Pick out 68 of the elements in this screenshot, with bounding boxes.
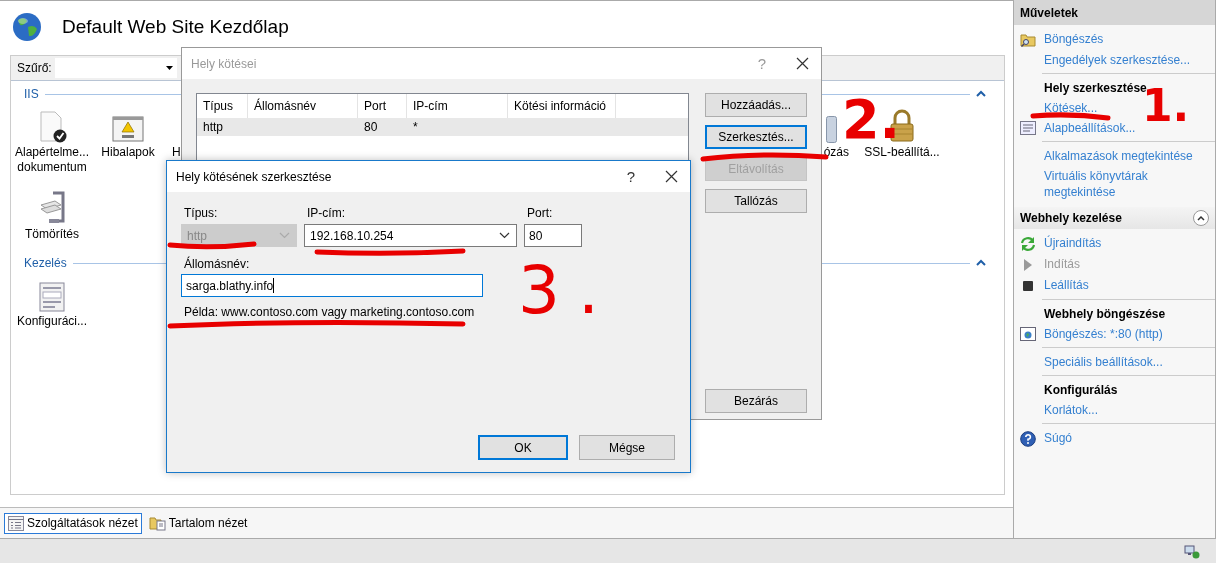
section-heading: Hely szerkesztése xyxy=(1043,80,1147,97)
help-button[interactable]: ? xyxy=(626,168,635,185)
field-label: Típus: xyxy=(183,206,219,220)
feature-label[interactable]: Konfiguráci... xyxy=(16,314,87,329)
section-header: Webhely kezelése xyxy=(1020,211,1122,225)
feature-label[interactable]: H xyxy=(172,145,181,160)
browser-globe-icon xyxy=(1020,327,1036,341)
view-tab[interactable]: Szolgáltatások nézet xyxy=(4,512,142,534)
collapse-button[interactable] xyxy=(1193,210,1209,226)
folder-document-icon xyxy=(148,515,166,531)
close-button[interactable]: Bezárás xyxy=(705,389,807,413)
action-link[interactable]: Engedélyek szerkesztése... xyxy=(1044,52,1194,68)
network-icon xyxy=(1184,544,1200,559)
field-label: IP-cím: xyxy=(306,206,346,220)
action-link[interactable]: Korlátok... xyxy=(1044,402,1194,418)
action-link[interactable]: Virtuális könyvtárak megtekintése xyxy=(1044,168,1194,200)
dialog-title: Hely kötésének szerkesztése xyxy=(176,169,333,184)
refresh-icon xyxy=(1020,236,1036,252)
dialog-button[interactable]: Hozzáadás... xyxy=(705,93,807,117)
port-field[interactable]: 80 xyxy=(524,224,582,247)
warning-page-icon xyxy=(112,115,144,143)
close-icon[interactable] xyxy=(665,170,678,183)
list-view-icon xyxy=(8,515,24,531)
filter-label: Szűrő: xyxy=(17,61,52,75)
collapse-icon[interactable] xyxy=(976,90,986,98)
collapse-icon[interactable] xyxy=(976,259,986,267)
section-heading: Konfigurálás xyxy=(1043,382,1119,399)
folder-search-icon xyxy=(1020,32,1036,48)
view-tab[interactable]: Tartalom nézet xyxy=(144,512,252,534)
host-name-field[interactable]: sarga.blathy.info xyxy=(181,274,483,297)
dialog-button[interactable]: OK xyxy=(478,435,568,460)
dialog-button[interactable]: Mégse xyxy=(579,435,675,460)
action-link[interactable]: Leállítás xyxy=(1044,277,1194,293)
field-label: Port: xyxy=(526,206,554,220)
globe-icon xyxy=(12,12,42,42)
feature-label[interactable]: ózás xyxy=(823,145,849,160)
example-text: Példa: www.contoso.com vagy marketing.contoso.com xyxy=(183,305,476,319)
action-link[interactable]: Súgó xyxy=(1044,430,1194,446)
server-icon xyxy=(826,116,837,143)
table-row[interactable]: http 80 * xyxy=(197,118,688,136)
action-link[interactable]: Alapbeállítások... xyxy=(1044,120,1194,136)
close-icon[interactable] xyxy=(796,57,809,70)
stop-icon xyxy=(1020,278,1036,294)
dialog-button[interactable]: Tallózás xyxy=(705,189,807,213)
page-title: Default Web Site Kezdőlap xyxy=(62,16,289,38)
feature-label[interactable]: Alapértelme... dokumentum xyxy=(14,145,90,175)
help-icon xyxy=(1020,431,1036,447)
group-title: Kezelés xyxy=(24,256,67,270)
action-link[interactable]: Böngészés xyxy=(1044,31,1194,47)
actions-header: Műveletek xyxy=(1014,0,1215,25)
annotation-number: 2. xyxy=(842,100,901,141)
ip-address-dropdown[interactable]: 192.168.10.254 xyxy=(304,224,517,247)
action-link[interactable]: Böngészés: *:80 (http) xyxy=(1044,326,1194,342)
action-link[interactable]: Alkalmazások megtekintése xyxy=(1044,148,1194,164)
settings-list-icon xyxy=(1020,121,1036,135)
feature-label[interactable]: Tömörítés xyxy=(25,227,79,242)
action-link[interactable]: Speciális beállítások... xyxy=(1044,354,1194,370)
action-link[interactable]: Újraindítás xyxy=(1044,235,1194,251)
dialog-title: Hely kötései xyxy=(191,56,258,71)
dialog-button[interactable]: Szerkesztés... xyxy=(705,125,807,149)
feature-label[interactable]: Hibalapok xyxy=(101,145,155,160)
section-heading: Webhely böngészése xyxy=(1043,306,1167,323)
feature-label[interactable]: SSL-beállítá... xyxy=(864,145,940,160)
configuration-icon xyxy=(39,282,65,312)
annotation-number: 3. xyxy=(518,258,617,324)
filter-field[interactable] xyxy=(54,58,177,78)
field-label: Állomásnév: xyxy=(183,257,251,271)
group-title: IIS xyxy=(24,87,39,101)
